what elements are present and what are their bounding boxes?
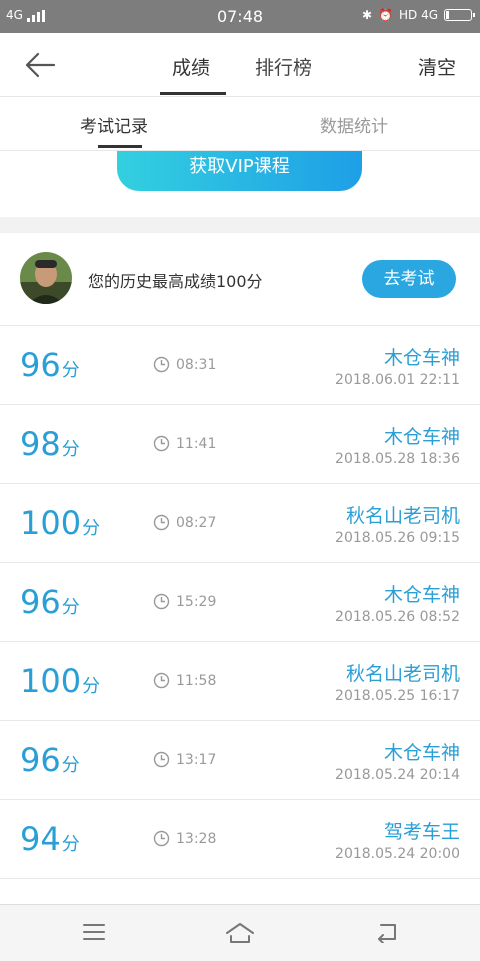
clock-icon: [153, 593, 170, 610]
vip-banner: 获取VIP课程: [0, 151, 480, 217]
tab-data-stats[interactable]: 数据统计: [320, 112, 388, 137]
record-user-name: 木仓车神: [383, 742, 460, 764]
return-icon[interactable]: [373, 921, 401, 943]
record-score: 100分: [20, 504, 101, 542]
record-score: 96分: [20, 741, 80, 779]
record-row-partial[interactable]: [0, 879, 480, 904]
record-row[interactable]: 96分 13:17 木仓车神 2018.05.24 20:14: [0, 721, 480, 800]
record-row[interactable]: 100分 08:27 秋名山老司机 2018.05.26 09:15: [0, 484, 480, 563]
clock-icon: [153, 830, 170, 847]
record-row[interactable]: 94分 13:28 驾考车王 2018.05.24 20:00: [0, 800, 480, 879]
status-right: ✱ ⏰ HD 4G: [361, 8, 475, 22]
clock-icon: [153, 672, 170, 689]
record-score: 96分: [20, 583, 80, 621]
battery-icon: [444, 9, 475, 21]
active-subtab-indicator: [98, 145, 142, 148]
best-score-card: 您的历史最高成绩100分 去考试: [0, 233, 480, 326]
record-duration: 13:28: [153, 830, 216, 847]
clock-icon: [153, 435, 170, 452]
record-date: 2018.05.26 09:15: [335, 530, 460, 546]
tab-exam-records[interactable]: 考试记录: [80, 112, 148, 137]
avatar: [20, 252, 72, 304]
record-score: 96分: [20, 346, 80, 384]
tab-ranking[interactable]: 排行榜: [255, 53, 312, 80]
record-date: 2018.06.01 22:11: [335, 372, 460, 388]
record-date: 2018.05.25 16:17: [335, 688, 460, 704]
system-nav-bar: [0, 904, 480, 961]
clock-icon: [153, 514, 170, 531]
record-date: 2018.05.28 18:36: [335, 451, 460, 467]
record-duration: 13:17: [153, 751, 216, 768]
record-duration: 08:27: [153, 514, 216, 531]
best-score-text: 您的历史最高成绩100分: [88, 272, 263, 291]
record-user-name: 木仓车神: [383, 347, 460, 369]
record-row[interactable]: 96分 15:29 木仓车神 2018.05.26 08:52: [0, 563, 480, 642]
record-duration: 11:41: [153, 435, 216, 452]
record-date: 2018.05.24 20:00: [335, 846, 460, 862]
record-row[interactable]: 100分 11:58 秋名山老司机 2018.05.25 16:17: [0, 642, 480, 721]
record-score: 94分: [20, 820, 80, 858]
record-date: 2018.05.26 08:52: [335, 609, 460, 625]
record-score: 98分: [20, 425, 80, 463]
active-tab-indicator: [160, 92, 226, 95]
clear-button[interactable]: 清空: [418, 53, 456, 80]
record-row[interactable]: 96分 08:31 木仓车神 2018.06.01 22:11: [0, 326, 480, 405]
record-row[interactable]: 98分 11:41 木仓车神 2018.05.28 18:36: [0, 405, 480, 484]
top-header: 成绩 排行榜 清空: [0, 33, 480, 97]
clock-icon: [153, 356, 170, 373]
status-bar: 4G 07:48 ✱ ⏰ HD 4G: [0, 0, 480, 33]
sub-tabs: 考试记录 数据统计: [0, 97, 480, 151]
record-duration: 08:31: [153, 356, 216, 373]
go-exam-button[interactable]: 去考试: [362, 260, 456, 298]
menu-icon[interactable]: [82, 921, 106, 943]
record-user-name: 木仓车神: [383, 426, 460, 448]
get-vip-button[interactable]: 获取VIP课程: [117, 151, 362, 191]
alarm-icon: ⏰: [378, 8, 393, 22]
record-duration: 15:29: [153, 593, 216, 610]
record-user-name: 秋名山老司机: [345, 663, 460, 685]
tab-scores[interactable]: 成绩: [172, 53, 210, 80]
record-score: 100分: [20, 662, 101, 700]
bluetooth-icon: ✱: [361, 8, 373, 22]
record-user-name: 驾考车王: [383, 821, 460, 843]
exam-records-list: 96分 08:31 木仓车神 2018.06.01 22:11 98分 11:4…: [0, 326, 480, 904]
record-duration: 11:58: [153, 672, 216, 689]
clock-icon: [153, 751, 170, 768]
arrow-left-icon[interactable]: [24, 51, 58, 79]
home-icon[interactable]: [224, 921, 256, 945]
record-user-name: 秋名山老司机: [345, 505, 460, 527]
record-date: 2018.05.24 20:14: [335, 767, 460, 783]
record-user-name: 木仓车神: [383, 584, 460, 606]
status-network-right: HD 4G: [398, 8, 438, 22]
